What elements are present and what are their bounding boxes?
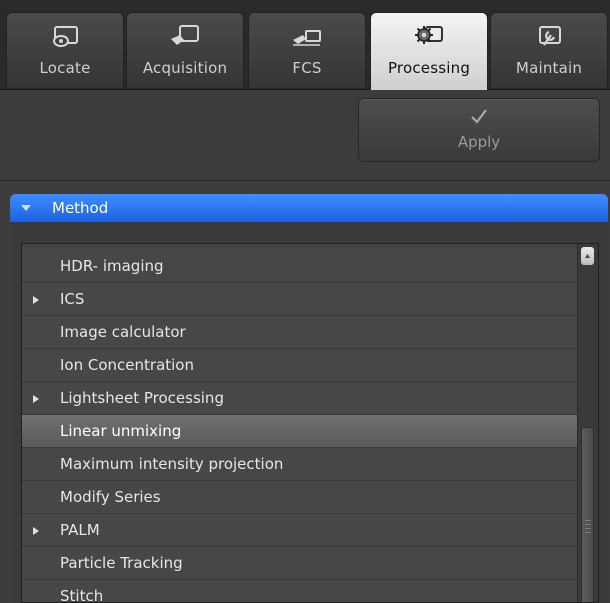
tab-label: FCS [292,59,322,77]
list-item-label: Linear unmixing [60,422,182,440]
tab-acquisition[interactable]: Acquisition [126,12,244,88]
method-section-title: Method [52,199,109,217]
processing-gear-icon [415,26,443,44]
main-tab-bar: Locate Acquisition FCS Processing Mainta… [0,0,610,90]
collapse-arrow-icon [21,205,31,211]
list-item[interactable]: Lightsheet Processing [22,382,578,415]
thumb-grip [585,528,591,529]
vertical-scrollbar[interactable] [577,244,598,602]
apply-button[interactable]: Apply [358,98,600,162]
list-item[interactable]: Stitch [22,580,578,603]
thumb-grip [585,524,591,525]
tab-label: Acquisition [142,59,228,77]
tab-maintain[interactable]: Maintain [490,12,608,88]
scroll-up-arrow-icon [585,254,590,258]
expand-arrow-icon[interactable] [32,394,40,404]
list-item-label: Stitch [60,587,104,603]
list-item[interactable]: Modify Series [22,481,578,514]
tab-label: Processing [387,59,471,77]
list-item-label: Ion Concentration [60,356,194,374]
processing-toolbar: Apply [0,90,610,181]
list-item-label: Lightsheet Processing [60,389,224,407]
list-item[interactable]: ICS [22,283,578,316]
thumb-grip [585,532,591,533]
checkmark-icon [471,109,487,124]
fcs-icon [293,30,321,46]
list-item-label: Modify Series [60,488,161,506]
tab-fcs[interactable]: FCS [248,12,366,88]
method-section-header[interactable]: Method [10,194,608,222]
list-item-label: Image calculator [60,323,186,341]
list-item[interactable]: Image calculator [22,316,578,349]
expand-arrow-icon[interactable] [32,526,40,536]
expand-arrow-icon[interactable] [32,295,40,305]
scroll-up-button[interactable] [581,247,594,265]
list-item-label: ICS [60,290,85,308]
method-list: HDR- imaging ICS Image calculator Ion Co… [21,243,599,603]
acquisition-icon [171,25,199,45]
processing-panel: Locate Acquisition FCS Processing Mainta… [0,0,610,603]
list-item[interactable]: PALM [22,514,578,547]
list-item[interactable]: Maximum intensity projection [22,448,578,481]
tab-locate[interactable]: Locate [6,12,124,88]
tab-label: Locate [39,59,91,77]
tab-label: Maintain [515,59,583,77]
list-item[interactable]: HDR- imaging [22,250,578,283]
locate-icon [53,26,78,47]
list-item[interactable]: Particle Tracking [22,547,578,580]
maintain-wrench-icon [539,26,561,46]
scrollbar-thumb[interactable] [581,427,594,602]
list-item-label: PALM [60,521,100,539]
list-item-label: HDR- imaging [60,257,164,275]
tab-processing[interactable]: Processing [370,12,488,90]
list-item-label: Maximum intensity projection [60,455,284,473]
thumb-grip [585,520,591,521]
list-item[interactable]: Ion Concentration [22,349,578,382]
list-item-label: Particle Tracking [60,554,183,572]
list-item-selected[interactable]: Linear unmixing [22,415,578,448]
apply-label: Apply [457,133,501,151]
